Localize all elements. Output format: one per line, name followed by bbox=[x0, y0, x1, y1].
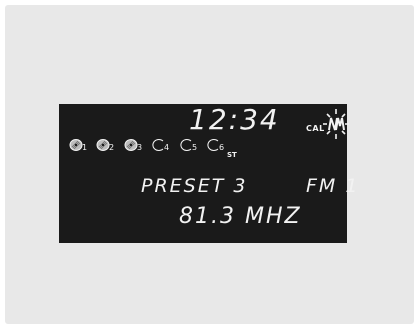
preset-label: PRESET 3 bbox=[141, 175, 248, 197]
frequency-display: 81.3 MHZ bbox=[179, 204, 302, 229]
disc-3-number: 3 bbox=[137, 143, 143, 152]
disc-1-icon: 1 bbox=[69, 138, 93, 154]
display-panel: 12:34 CAL 1 2 3 4 5 6 ST PRESET 3 FM 1 8… bbox=[5, 5, 414, 324]
empty-disc-slot-5-icon: 5 bbox=[179, 138, 203, 154]
disc-indicators: 1 2 3 4 5 6 bbox=[69, 138, 269, 154]
disc-3-icon: 3 bbox=[124, 138, 148, 154]
disc-2-icon: 2 bbox=[96, 138, 120, 154]
disc-4-number: 4 bbox=[164, 143, 170, 152]
lcd-screen: 12:34 CAL 1 2 3 4 5 6 ST PRESET 3 FM 1 8… bbox=[59, 103, 357, 243]
disc-2-number: 2 bbox=[109, 143, 115, 152]
empty-disc-slot-4-icon: 4 bbox=[151, 138, 175, 154]
disc-6-number: 6 bbox=[219, 143, 225, 152]
disc-1-number: 1 bbox=[82, 143, 88, 152]
stereo-indicator: ST bbox=[227, 151, 237, 159]
rds-sunburst-icon bbox=[321, 107, 351, 141]
disc-5-number: 5 bbox=[192, 143, 198, 152]
band-label: FM 1 bbox=[306, 175, 360, 197]
clock-display: 12:34 bbox=[189, 103, 280, 136]
